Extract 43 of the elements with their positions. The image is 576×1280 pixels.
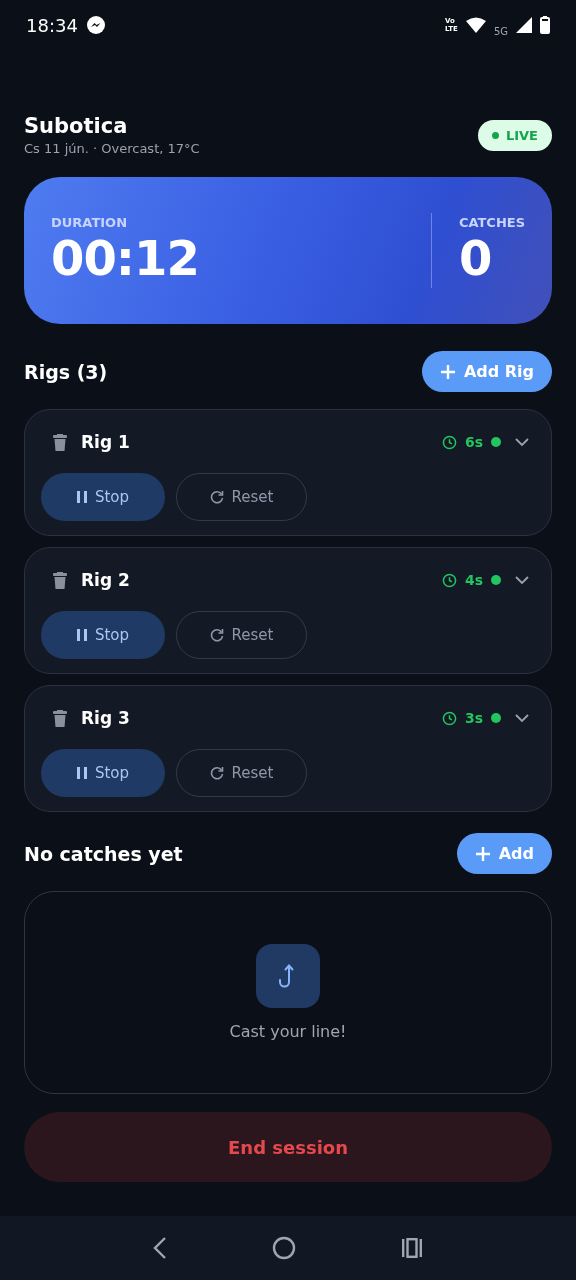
pause-icon bbox=[76, 491, 87, 503]
end-session-button[interactable]: End session bbox=[24, 1112, 552, 1182]
rig-name: Rig 3 bbox=[81, 708, 130, 728]
session-subtitle: Cs 11 jún. · Overcast, 17°C bbox=[24, 141, 200, 156]
back-icon[interactable] bbox=[152, 1237, 167, 1259]
section-title: No catches yet bbox=[24, 842, 183, 865]
location-title: Subotica bbox=[24, 114, 129, 138]
stat-value: 0 bbox=[458, 230, 493, 286]
rig-name: Rig 2 bbox=[81, 570, 130, 590]
chevron-down-icon[interactable] bbox=[515, 575, 529, 585]
plus-icon bbox=[474, 845, 491, 862]
trash-icon[interactable] bbox=[53, 709, 67, 727]
rig-timer: 3s bbox=[464, 710, 483, 726]
messenger-icon bbox=[85, 15, 106, 35]
refresh-icon bbox=[209, 628, 224, 642]
stop-button[interactable]: Stop bbox=[41, 611, 165, 659]
battery-icon bbox=[540, 16, 550, 34]
pause-icon bbox=[76, 629, 87, 641]
chevron-down-icon[interactable] bbox=[515, 713, 529, 723]
stat-value: 00:12 bbox=[51, 230, 200, 286]
rig-timer: 4s bbox=[464, 572, 483, 588]
refresh-icon bbox=[209, 766, 224, 780]
rig-timer: 6s bbox=[464, 434, 483, 450]
clock: 18:34 bbox=[26, 14, 78, 36]
rig-name: Rig 1 bbox=[81, 432, 130, 452]
trash-icon[interactable] bbox=[53, 433, 67, 451]
pause-icon bbox=[76, 767, 87, 779]
network-type: 5G bbox=[493, 25, 508, 37]
stat-label: CATCHES bbox=[458, 215, 525, 230]
stop-button[interactable]: Stop bbox=[41, 749, 165, 797]
signal-icon bbox=[516, 17, 532, 33]
chevron-down-icon[interactable] bbox=[515, 437, 529, 447]
recent-apps-icon[interactable] bbox=[401, 1238, 424, 1258]
empty-message: Cast your line! bbox=[229, 1022, 347, 1041]
plus-icon bbox=[439, 363, 456, 380]
refresh-icon bbox=[209, 490, 224, 504]
stop-button[interactable]: Stop bbox=[41, 473, 165, 521]
trash-icon[interactable] bbox=[53, 571, 67, 589]
live-badge: LIVE bbox=[477, 119, 552, 151]
section-title: Rigs (3) bbox=[24, 360, 108, 383]
stat-label: DURATION bbox=[51, 215, 129, 230]
wifi-icon bbox=[465, 17, 486, 33]
home-icon[interactable] bbox=[272, 1236, 296, 1260]
